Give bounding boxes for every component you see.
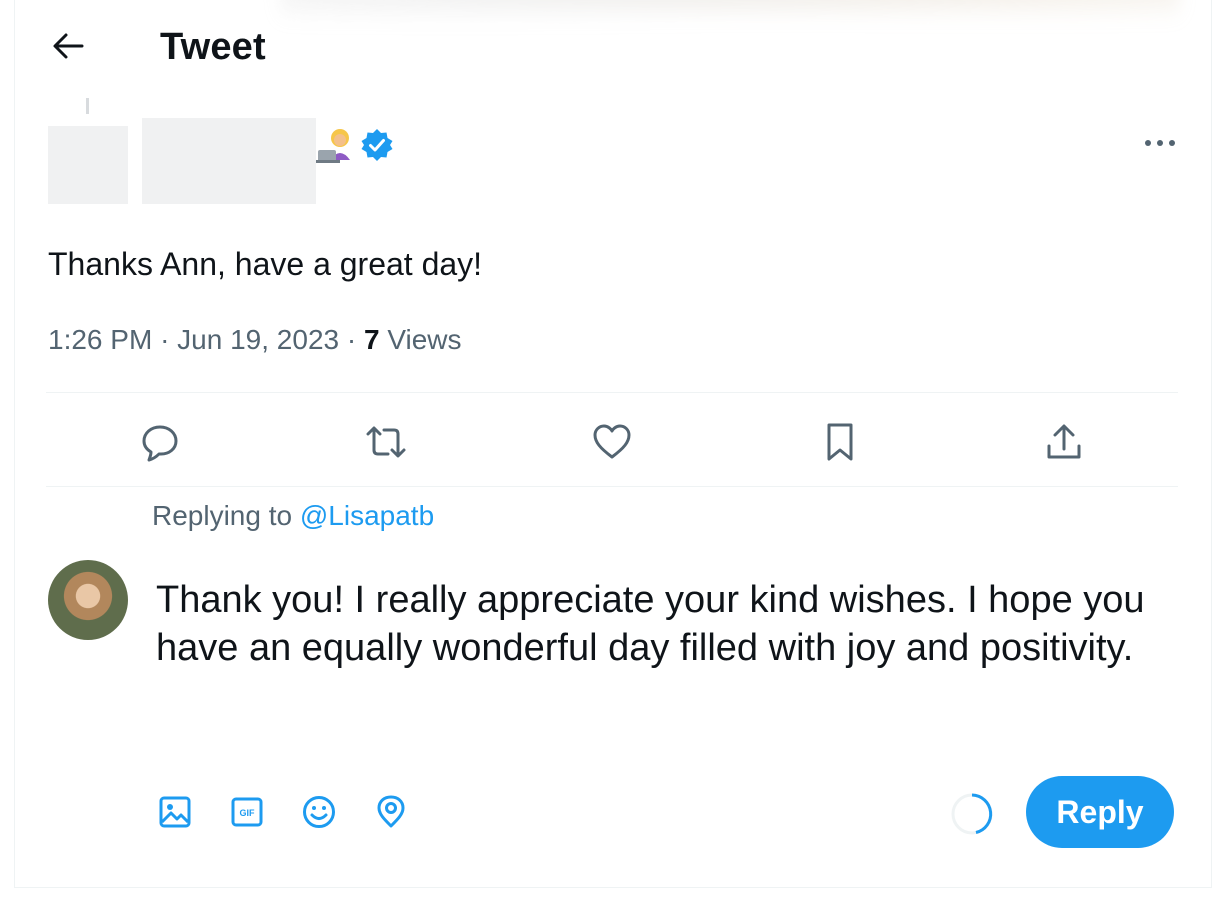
views-count: 7 — [363, 324, 380, 355]
arrow-left-icon — [53, 33, 84, 59]
location-icon — [377, 795, 405, 828]
bookmark-action-button[interactable] — [818, 420, 862, 464]
reply-icon — [142, 425, 178, 462]
divider — [46, 392, 1178, 393]
add-emoji-button[interactable] — [301, 794, 337, 830]
replying-handle-link[interactable]: @Lisapatb — [300, 500, 434, 531]
reply-button[interactable]: Reply — [1026, 776, 1174, 848]
author-avatar-redacted[interactable] — [48, 126, 128, 204]
divider — [46, 486, 1178, 487]
image-icon — [159, 796, 191, 828]
replying-to: Replying to @Lisapatb — [152, 500, 434, 532]
like-action-button[interactable] — [590, 420, 634, 464]
reply-action-button[interactable] — [138, 420, 182, 464]
technologist-emoji-icon — [316, 129, 350, 163]
header-background — [280, 0, 1180, 30]
tweet-date[interactable]: Jun 19, 2023 — [177, 324, 339, 355]
bookmark-icon — [827, 423, 853, 461]
emoji-icon — [303, 796, 335, 828]
user-avatar[interactable] — [48, 560, 128, 640]
reply-draft-text[interactable]: Thank you! I really appreciate your kind… — [156, 576, 1166, 672]
more-dots-icon — [1145, 140, 1175, 146]
author-name-redacted[interactable] — [142, 118, 316, 204]
gif-icon: GIF — [231, 797, 263, 827]
character-progress-ring — [951, 793, 993, 835]
share-action-button[interactable] — [1042, 420, 1086, 464]
add-image-button[interactable] — [157, 794, 193, 830]
tweet-text: Thanks Ann, have a great day! — [48, 246, 483, 282]
thread-line — [86, 98, 89, 114]
retweet-icon — [366, 426, 406, 458]
tweet-meta: 1:26 PM · Jun 19, 2023 · 7 Views — [48, 324, 462, 356]
like-icon — [593, 424, 631, 459]
meta-separator: · — [346, 324, 357, 355]
retweet-action-button[interactable] — [364, 420, 408, 464]
page-title: Tweet — [160, 26, 266, 68]
add-gif-button[interactable]: GIF — [229, 794, 265, 830]
svg-text:GIF: GIF — [240, 808, 256, 818]
tweet-time[interactable]: 1:26 PM — [48, 324, 152, 355]
views-label: Views — [387, 324, 462, 355]
replying-prefix: Replying to — [152, 500, 293, 531]
back-button[interactable] — [48, 26, 88, 66]
share-icon — [1047, 424, 1081, 459]
verified-badge-icon — [361, 129, 393, 161]
meta-separator: · — [160, 324, 170, 355]
more-options-button[interactable] — [1140, 130, 1180, 156]
add-location-button[interactable] — [373, 794, 409, 830]
